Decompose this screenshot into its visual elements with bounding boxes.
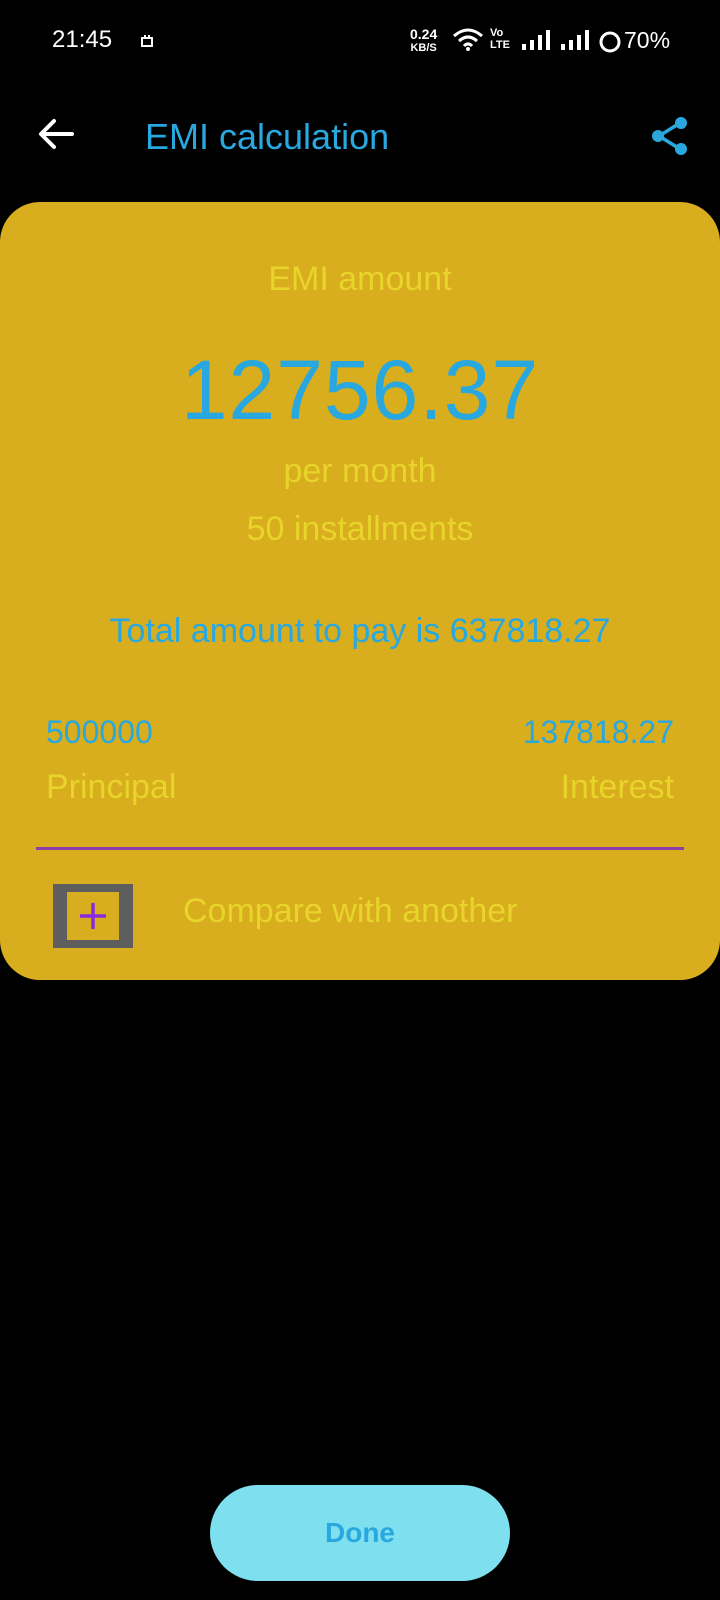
interest-label: Interest: [560, 768, 674, 806]
network-speed-value: 0.24: [410, 26, 438, 42]
share-button[interactable]: [648, 114, 692, 158]
signal-icon: [522, 30, 550, 50]
plus-icon: [80, 903, 106, 929]
network-speed: 0.24 KB/S: [410, 27, 437, 55]
signal-icon-sim2: [561, 30, 589, 50]
emi-amount-value: 12756.37: [180, 343, 540, 437]
per-month-label: per month: [283, 452, 437, 490]
notification-icon: [141, 35, 153, 47]
wifi-icon: [453, 28, 483, 51]
interest-value: 137818.27: [522, 714, 674, 750]
divider: [36, 847, 684, 850]
page-title: EMI calculation: [145, 116, 390, 157]
emi-result-card: EMI amount 12756.37 per month 50 install…: [0, 202, 720, 980]
share-icon: [652, 117, 687, 155]
principal-label: Principal: [46, 768, 177, 806]
volte-indicator: Vo LTE: [490, 27, 510, 51]
done-button[interactable]: Done: [210, 1485, 510, 1581]
compare-add-button[interactable]: [53, 884, 133, 948]
status-time: 21:45: [52, 26, 113, 53]
network-speed-unit: KB/S: [410, 42, 437, 54]
compare-label[interactable]: Compare with another: [183, 892, 518, 931]
battery-level: 70%: [624, 27, 671, 53]
back-button[interactable]: [36, 114, 76, 154]
total-amount-text: Total amount to pay is 637818.27: [109, 612, 611, 650]
installments-label: 50 installments: [246, 510, 474, 548]
principal-value: 500000: [46, 714, 153, 750]
arrow-left-icon: [39, 119, 74, 149]
emi-amount-label: EMI amount: [268, 260, 452, 298]
compare-add-button-inner: [67, 892, 119, 940]
status-bar: 21:45 0.24 KB/S Vo LTE 70%: [0, 0, 720, 84]
battery-icon: [599, 31, 621, 53]
